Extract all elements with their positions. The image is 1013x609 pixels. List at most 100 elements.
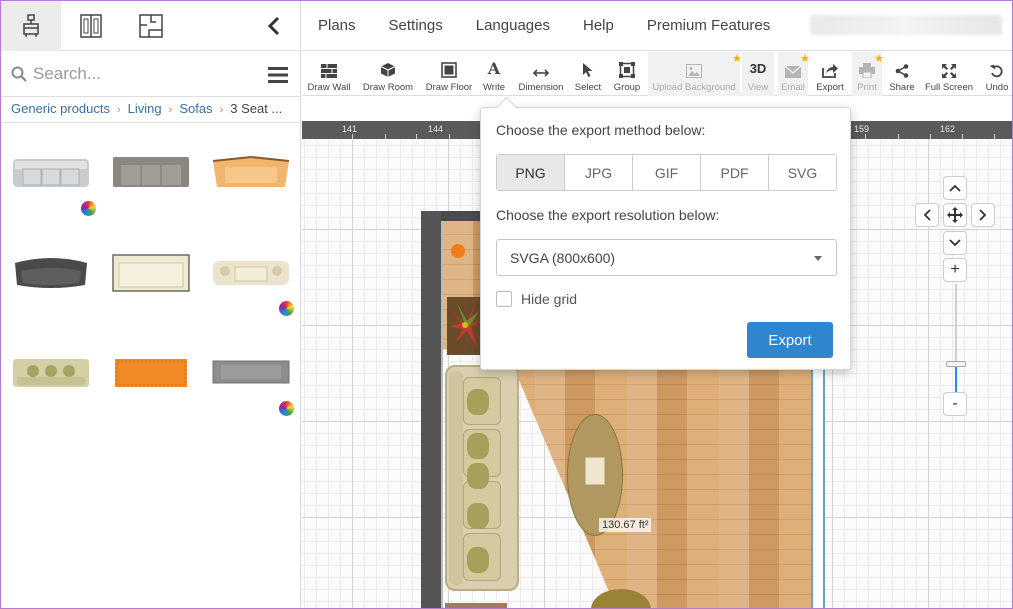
left-panel: Generic products › Living › Sofas › 3 Seat ... bbox=[1, 1, 301, 608]
floorplan-icon bbox=[139, 14, 163, 38]
tool-label: Dimension bbox=[518, 82, 564, 93]
tool-email[interactable]: Email ★ bbox=[778, 52, 810, 96]
pan-down-button[interactable] bbox=[943, 231, 967, 255]
pan-up-button[interactable] bbox=[943, 176, 967, 200]
breadcrumb-separator-icon: › bbox=[168, 104, 173, 116]
minus-icon: - bbox=[952, 395, 958, 412]
tool-full-screen[interactable]: Full Screen bbox=[924, 52, 974, 96]
hide-grid-checkbox[interactable] bbox=[496, 291, 512, 307]
furniture-icon bbox=[23, 14, 39, 37]
tool-draw-room[interactable]: Draw Room bbox=[360, 52, 416, 96]
tool-label: Draw Floor bbox=[425, 82, 473, 93]
hamburger-menu-icon[interactable] bbox=[268, 67, 288, 83]
app-window: Generic products › Living › Sofas › 3 Seat ... bbox=[0, 0, 1013, 609]
wall[interactable] bbox=[421, 211, 441, 608]
zoom-in-button[interactable]: + bbox=[943, 258, 967, 282]
top-nav: Plans Settings Languages Help Premium Fe… bbox=[302, 1, 1012, 51]
sofa[interactable] bbox=[445, 365, 519, 591]
tool-print[interactable]: Print ★ bbox=[852, 52, 884, 96]
method-pdf-button[interactable]: PDF bbox=[701, 155, 769, 190]
tab-furniture[interactable] bbox=[1, 1, 61, 51]
tool-label: Email bbox=[781, 82, 805, 93]
chevron-left-icon bbox=[923, 209, 931, 221]
floor-icon bbox=[441, 62, 457, 78]
breadcrumb-item[interactable]: Sofas bbox=[179, 101, 212, 116]
tool-label: Upload Background bbox=[652, 82, 736, 93]
tool-label: Export bbox=[816, 82, 844, 93]
tab-floorplan[interactable] bbox=[121, 1, 181, 51]
method-png-button[interactable]: PNG bbox=[497, 155, 565, 190]
rug[interactable] bbox=[445, 603, 507, 608]
zoom-slider-handle[interactable] bbox=[946, 361, 966, 367]
nav-plans[interactable]: Plans bbox=[318, 17, 356, 34]
tool-dimension[interactable]: Dimension bbox=[516, 52, 566, 96]
color-options-icon[interactable] bbox=[81, 201, 96, 216]
premium-star-icon: ★ bbox=[800, 53, 810, 65]
breadcrumb-item[interactable]: Living bbox=[128, 101, 162, 116]
product-item[interactable] bbox=[11, 253, 91, 293]
product-item[interactable] bbox=[111, 353, 191, 393]
tool-label: View bbox=[747, 82, 769, 93]
color-options-icon[interactable] bbox=[279, 401, 294, 416]
tool-group[interactable]: Group bbox=[610, 52, 644, 96]
tool-share[interactable]: Share bbox=[888, 52, 916, 96]
cursor-icon bbox=[583, 63, 593, 77]
caret-down-icon bbox=[814, 256, 822, 261]
plus-icon: + bbox=[950, 261, 960, 278]
wall-icon bbox=[321, 64, 337, 78]
wall-edge bbox=[441, 221, 443, 608]
chevron-up-icon bbox=[949, 184, 961, 192]
tool-draw-wall[interactable]: Draw Wall bbox=[306, 52, 352, 96]
tab-doors[interactable] bbox=[61, 1, 121, 51]
method-gif-button[interactable]: GIF bbox=[633, 155, 701, 190]
breadcrumb-separator-icon: › bbox=[219, 104, 224, 116]
fullscreen-icon bbox=[942, 64, 956, 78]
product-item[interactable] bbox=[211, 353, 291, 393]
nav-settings[interactable]: Settings bbox=[389, 17, 443, 34]
nav-help[interactable]: Help bbox=[583, 17, 614, 34]
product-item[interactable] bbox=[11, 153, 91, 193]
pan-center-button[interactable] bbox=[943, 203, 967, 227]
zoom-out-button[interactable]: - bbox=[943, 392, 967, 416]
user-account-redacted[interactable] bbox=[810, 15, 1002, 35]
nav-languages[interactable]: Languages bbox=[476, 17, 550, 34]
tool-write[interactable]: A Write bbox=[480, 52, 508, 96]
ruler-label: 162 bbox=[940, 124, 956, 134]
cube-icon bbox=[380, 63, 396, 77]
color-options-icon[interactable] bbox=[279, 301, 294, 316]
product-item[interactable] bbox=[111, 153, 191, 193]
hide-grid-label[interactable]: Hide grid bbox=[521, 291, 577, 307]
breadcrumb-item[interactable]: Generic products bbox=[11, 101, 110, 116]
toolbar: Draw Wall Draw Room Draw Floor A Write D… bbox=[302, 52, 1012, 96]
tool-label: Undo bbox=[985, 82, 1009, 93]
collapse-panel-icon[interactable] bbox=[264, 15, 284, 37]
lamp[interactable] bbox=[451, 244, 465, 258]
tool-select[interactable]: Select bbox=[574, 52, 602, 96]
product-item[interactable] bbox=[11, 353, 91, 393]
search-input[interactable] bbox=[33, 61, 253, 87]
print-icon bbox=[859, 63, 875, 78]
export-button[interactable]: Export bbox=[747, 322, 833, 358]
tool-upload-background[interactable]: Upload Background ★ bbox=[648, 52, 742, 96]
pan-left-button[interactable] bbox=[915, 203, 939, 227]
method-jpg-button[interactable]: JPG bbox=[565, 155, 633, 190]
area-label: 130.67 ft² bbox=[599, 518, 652, 532]
tool-draw-floor[interactable]: Draw Floor bbox=[422, 52, 476, 96]
product-item[interactable] bbox=[211, 253, 291, 293]
share-icon bbox=[895, 64, 909, 78]
premium-star-icon: ★ bbox=[732, 53, 742, 65]
tool-export[interactable]: Export bbox=[814, 52, 846, 96]
product-item[interactable] bbox=[111, 253, 191, 293]
plant[interactable] bbox=[447, 297, 483, 355]
tool-undo[interactable]: Undo bbox=[982, 52, 1012, 96]
tool-label: Print bbox=[857, 82, 877, 93]
product-item[interactable] bbox=[211, 153, 291, 193]
resolution-select[interactable]: SVGA (800x600) bbox=[496, 239, 837, 276]
pan-right-button[interactable] bbox=[971, 203, 995, 227]
tool-3d-view[interactable]: 3D View bbox=[742, 52, 774, 96]
dimension-icon bbox=[532, 69, 550, 77]
method-svg-button[interactable]: SVG bbox=[769, 155, 836, 190]
books[interactable] bbox=[585, 457, 605, 485]
nav-premium-features[interactable]: Premium Features bbox=[647, 17, 770, 34]
ruler-label: 159 bbox=[854, 124, 870, 134]
